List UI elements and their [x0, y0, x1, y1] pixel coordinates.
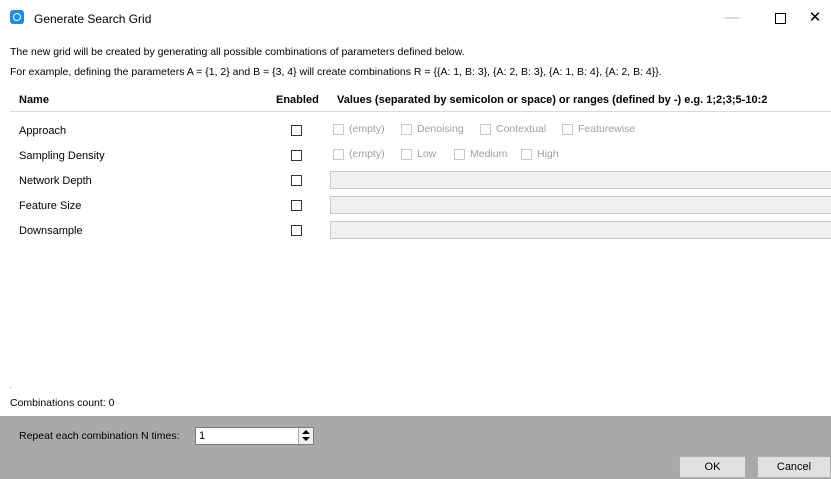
option-checkbox[interactable]: (empty) [333, 123, 385, 139]
enabled-checkbox[interactable] [291, 125, 302, 136]
window-title: Generate Search Grid [34, 12, 152, 26]
column-header-name: Name [19, 94, 49, 106]
description-line-1: The new grid will be created by generati… [10, 46, 465, 58]
row-label: Feature Size [19, 200, 82, 212]
option-checkbox[interactable]: (empty) [333, 148, 385, 164]
row-label: Sampling Density [19, 150, 105, 162]
bottom-panel: Repeat each combination N times: 1 OK Ca… [0, 416, 831, 479]
option-checkbox[interactable]: Featurewise [562, 123, 635, 139]
option-checkbox[interactable]: Denoising [401, 123, 464, 139]
grid-row-approach: Approach (empty) Denoising Contextual Fe… [10, 119, 831, 144]
row-label: Downsample [19, 225, 83, 237]
description-line-2: For example, defining the parameters A =… [10, 66, 662, 78]
maximize-icon [774, 13, 786, 24]
option-checkbox[interactable]: Medium [454, 148, 507, 164]
row-label: Approach [19, 125, 67, 137]
enabled-checkbox[interactable] [291, 225, 302, 236]
grid-row-feature-size: Feature Size [10, 194, 831, 219]
values-input[interactable] [330, 221, 831, 239]
enabled-checkbox[interactable] [291, 200, 302, 211]
values-input[interactable] [330, 196, 831, 214]
column-header-enabled: Enabled [276, 94, 319, 106]
close-button[interactable]: ✕ [799, 4, 831, 32]
enabled-checkbox[interactable] [291, 175, 302, 186]
repeat-count-stepper[interactable]: 1 [195, 427, 314, 445]
option-checkbox[interactable]: Contextual [480, 123, 546, 139]
parameter-grid: Name Enabled Values (separated by semico… [10, 89, 831, 387]
spin-buttons[interactable] [298, 428, 313, 444]
minimize-button[interactable]: — [712, 4, 752, 32]
option-checkbox[interactable]: High [521, 148, 559, 164]
cancel-button[interactable]: Cancel [757, 456, 831, 478]
enabled-checkbox[interactable] [291, 150, 302, 161]
grid-row-network-depth: Network Depth [10, 169, 831, 194]
grid-header: Name Enabled Values (separated by semico… [10, 89, 831, 112]
arrow-up-icon[interactable] [302, 430, 310, 434]
column-header-values: Values (separated by semicolon or space)… [337, 94, 768, 106]
app-icon [10, 10, 24, 24]
combinations-count: Combinations count: 0 [10, 397, 115, 409]
option-checkbox[interactable]: Low [401, 148, 436, 164]
grid-row-downsample: Downsample [10, 219, 831, 244]
row-label: Network Depth [19, 175, 92, 187]
repeat-label: Repeat each combination N times: [19, 430, 180, 442]
title-bar: Generate Search Grid — ✕ [0, 0, 831, 36]
grid-row-sampling-density: Sampling Density (empty) Low Medium High [10, 144, 831, 169]
repeat-count-value: 1 [199, 430, 206, 442]
arrow-down-icon[interactable] [302, 437, 310, 441]
values-input[interactable] [330, 171, 831, 189]
maximize-button[interactable] [760, 4, 800, 32]
ok-button[interactable]: OK [679, 456, 746, 478]
